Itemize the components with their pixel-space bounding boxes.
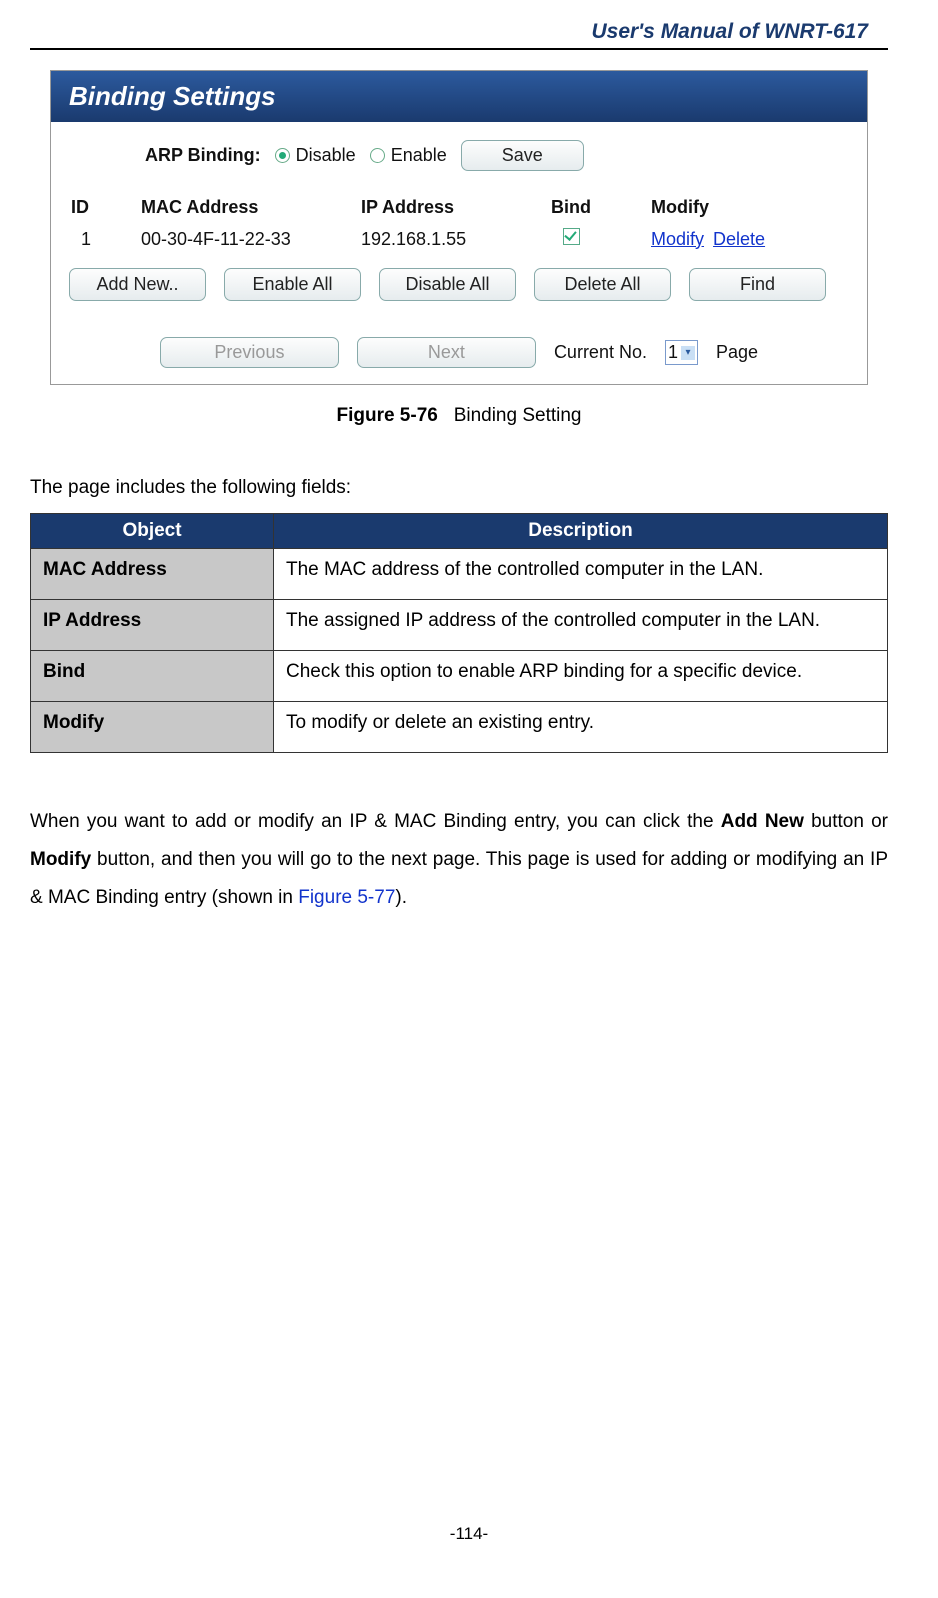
save-button[interactable]: Save	[461, 140, 584, 171]
header-divider	[30, 48, 888, 50]
cell-mac: 00-30-4F-11-22-33	[141, 229, 361, 250]
radio-disable[interactable]: Disable	[275, 145, 356, 166]
find-button[interactable]: Find	[689, 268, 826, 301]
header-title: User's Manual of WNRT-617	[30, 20, 888, 48]
col-mac: MAC Address	[141, 197, 361, 218]
p-text: button or	[804, 811, 888, 832]
body-paragraph: When you want to add or modify an IP & M…	[30, 803, 888, 917]
col-id: ID	[71, 197, 141, 218]
radio-dot-icon	[370, 148, 385, 163]
p-text: ).	[395, 887, 407, 908]
previous-button[interactable]: Previous	[160, 337, 339, 368]
col-bind: Bind	[551, 197, 651, 218]
cell-id: 1	[71, 229, 141, 250]
fields-table: Object Description MAC Address The MAC a…	[30, 513, 888, 753]
p-text: button, and then you will go to the next…	[30, 849, 888, 908]
table-row: Bind Check this option to enable ARP bin…	[31, 651, 888, 702]
table-row: MAC Address The MAC address of the contr…	[31, 549, 888, 600]
col-ip: IP Address	[361, 197, 551, 218]
page-label: Page	[716, 342, 758, 363]
modify-link[interactable]: Modify	[651, 229, 704, 249]
radio-disable-label: Disable	[296, 145, 356, 166]
desc-cell: Check this option to enable ARP binding …	[274, 651, 888, 702]
radio-dot-icon	[275, 148, 290, 163]
figure-link[interactable]: Figure 5-77	[298, 887, 395, 908]
p-bold: Modify	[30, 849, 91, 870]
th-object: Object	[31, 514, 274, 549]
desc-cell: To modify or delete an existing entry.	[274, 702, 888, 753]
intro-text: The page includes the following fields:	[30, 477, 888, 499]
binding-settings-screenshot: Binding Settings ARP Binding: Disable En…	[50, 70, 868, 385]
obj-cell: IP Address	[31, 600, 274, 651]
figure-number: Figure 5-76	[336, 405, 437, 426]
delete-all-button[interactable]: Delete All	[534, 268, 671, 301]
figure-title: Binding Setting	[454, 405, 582, 426]
chevron-down-icon: ▾	[681, 346, 695, 360]
figure-caption: Figure 5-76 Binding Setting	[30, 405, 888, 427]
obj-cell: Bind	[31, 651, 274, 702]
add-new-button[interactable]: Add New..	[69, 268, 206, 301]
p-text: When you want to add or modify an IP & M…	[30, 811, 721, 832]
col-modify: Modify	[651, 197, 811, 218]
cell-ip: 192.168.1.55	[361, 229, 551, 250]
table-row: Modify To modify or delete an existing e…	[31, 702, 888, 753]
enable-all-button[interactable]: Enable All	[224, 268, 361, 301]
desc-cell: The assigned IP address of the controlle…	[274, 600, 888, 651]
p-bold: Add New	[721, 811, 804, 832]
radio-enable-label: Enable	[391, 145, 447, 166]
arp-binding-label: ARP Binding:	[145, 145, 261, 166]
page-select[interactable]: 1 ▾	[665, 340, 698, 365]
obj-cell: MAC Address	[31, 549, 274, 600]
obj-cell: Modify	[31, 702, 274, 753]
table-row: IP Address The assigned IP address of th…	[31, 600, 888, 651]
next-button[interactable]: Next	[357, 337, 536, 368]
disable-all-button[interactable]: Disable All	[379, 268, 516, 301]
current-no-label: Current No.	[554, 342, 647, 363]
table-row: 1 00-30-4F-11-22-33 192.168.1.55 Modify …	[65, 228, 853, 268]
bind-checkbox[interactable]	[563, 228, 580, 245]
delete-link[interactable]: Delete	[713, 229, 765, 249]
radio-enable[interactable]: Enable	[370, 145, 447, 166]
page-select-value: 1	[668, 342, 678, 363]
desc-cell: The MAC address of the controlled comput…	[274, 549, 888, 600]
panel-title: Binding Settings	[51, 71, 867, 122]
page-number: -114-	[0, 1524, 938, 1544]
th-description: Description	[274, 514, 888, 549]
